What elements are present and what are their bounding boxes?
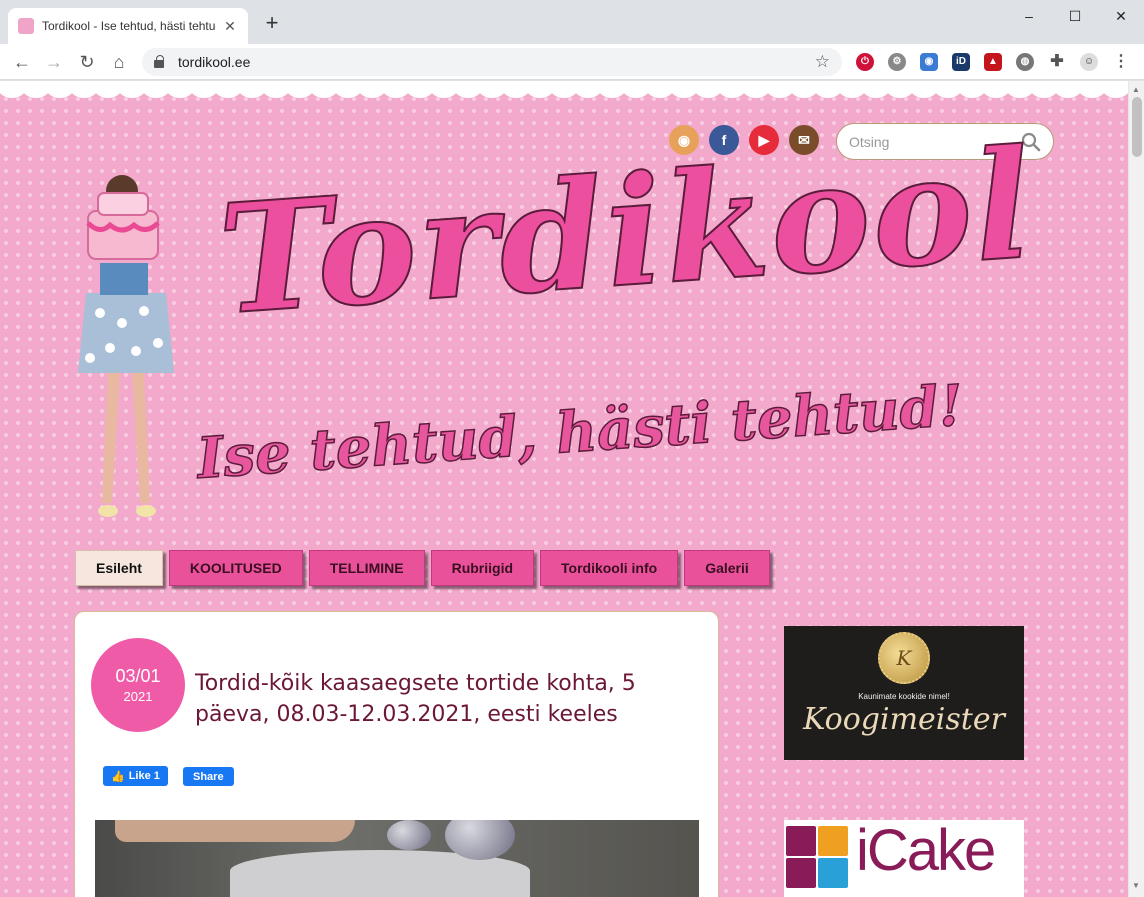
- close-window-button[interactable]: ✕: [1098, 4, 1144, 28]
- main-navigation: Esileht KOOLITUSED TELLIMINE Rubriigid T…: [75, 550, 776, 586]
- nav-item-rubriigid[interactable]: Rubriigid: [430, 550, 535, 586]
- back-button[interactable]: ←: [10, 50, 34, 74]
- facebook-like-button[interactable]: 👍 Like 1: [103, 766, 168, 786]
- post-title-link[interactable]: Tordid-kõik kaasaegsete tortide kohta, 5…: [195, 668, 715, 730]
- page-scrollbar[interactable]: ▲ ▼: [1128, 81, 1144, 897]
- lock-icon: [154, 55, 164, 68]
- nav-item-tordikooli-info[interactable]: Tordikooli info: [540, 550, 679, 586]
- home-button[interactable]: ⌂: [107, 50, 131, 74]
- forward-button[interactable]: →: [42, 50, 66, 74]
- logo-title: Tordikool: [213, 115, 1040, 349]
- koogimeister-tagline: Kaunimate kookide nimel!: [858, 692, 950, 701]
- date-day: 03/01: [115, 666, 161, 686]
- browser-tab[interactable]: Tordikool - Ise tehtud, hästi tehtud! ✕: [8, 8, 248, 44]
- power-icon[interactable]: ⏻: [856, 53, 874, 71]
- reload-button[interactable]: ↻: [75, 50, 99, 74]
- nav-item-koolitused[interactable]: KOOLITUSED: [168, 550, 303, 586]
- lady-with-cake-illustration: [78, 175, 174, 517]
- globe-icon[interactable]: ◍: [1016, 53, 1034, 71]
- web-page: ◉ f ▶ ✉ Tordikool Ise tehtud, hästi teht…: [0, 81, 1128, 897]
- puzzle-icon[interactable]: ✚: [1048, 53, 1066, 71]
- menu-icon[interactable]: ⋮: [1112, 53, 1130, 71]
- tab-title: Tordikool - Ise tehtud, hästi tehtud!: [42, 19, 216, 33]
- favicon-icon: [18, 18, 34, 34]
- icake-ad[interactable]: iCake: [784, 820, 1024, 897]
- lace-border: [0, 81, 1128, 109]
- settings-ext-icon[interactable]: ⚙: [888, 53, 906, 71]
- maximize-button[interactable]: ☐: [1052, 4, 1098, 28]
- tab-close-icon[interactable]: ✕: [222, 18, 238, 35]
- date-badge: 03/01 2021: [95, 642, 181, 728]
- post-card: 03/01 2021 Tordid-kõik kaasaegsete torti…: [74, 611, 719, 897]
- koogimeister-ad[interactable]: K Kaunimate kookide nimel! Koogimeister: [784, 626, 1024, 760]
- profile-icon[interactable]: ☺: [1080, 53, 1098, 71]
- nav-item-tellimine[interactable]: TELLIMINE: [308, 550, 425, 586]
- browser-toolbar: ← → ↻ ⌂ tordikool.ee ☆ ⏻ ⚙ ◉ iD ▲ ◍ ✚ ☺ …: [0, 44, 1144, 80]
- scrollbar-thumb[interactable]: [1132, 97, 1142, 157]
- url-text: tordikool.ee: [178, 54, 251, 70]
- nav-item-galerii[interactable]: Galerii: [684, 550, 770, 586]
- facebook-share-button[interactable]: Share: [183, 767, 234, 786]
- thumbs-up-icon: 👍: [111, 770, 125, 783]
- new-tab-button[interactable]: +: [260, 12, 284, 34]
- id-icon[interactable]: iD: [952, 53, 970, 71]
- cake-ball-decoration: [387, 820, 431, 850]
- minimize-button[interactable]: –: [1006, 4, 1052, 28]
- post-image[interactable]: [95, 820, 699, 897]
- pdf-icon[interactable]: ▲: [984, 53, 1002, 71]
- scroll-down-icon[interactable]: ▼: [1132, 881, 1140, 890]
- nav-item-esileht[interactable]: Esileht: [75, 550, 163, 586]
- address-bar[interactable]: tordikool.ee ☆: [142, 48, 842, 76]
- logo-subtitle: Ise tehtud, hästi tehtud!: [194, 372, 966, 493]
- date-year: 2021: [123, 689, 153, 704]
- hand-shape: [115, 820, 355, 842]
- icake-name: iCake: [856, 818, 996, 883]
- browser-titlebar: Tordikool - Ise tehtud, hästi tehtud! ✕ …: [0, 0, 1144, 44]
- scroll-up-icon[interactable]: ▲: [1132, 85, 1140, 94]
- bookmark-star-icon[interactable]: ☆: [815, 52, 830, 72]
- koogimeister-logo-icon: K: [878, 632, 930, 684]
- camera-icon[interactable]: ◉: [920, 53, 938, 71]
- icake-logo-icon: [786, 826, 848, 888]
- like-label: Like 1: [128, 770, 160, 782]
- koogimeister-name: Koogimeister: [803, 702, 1005, 737]
